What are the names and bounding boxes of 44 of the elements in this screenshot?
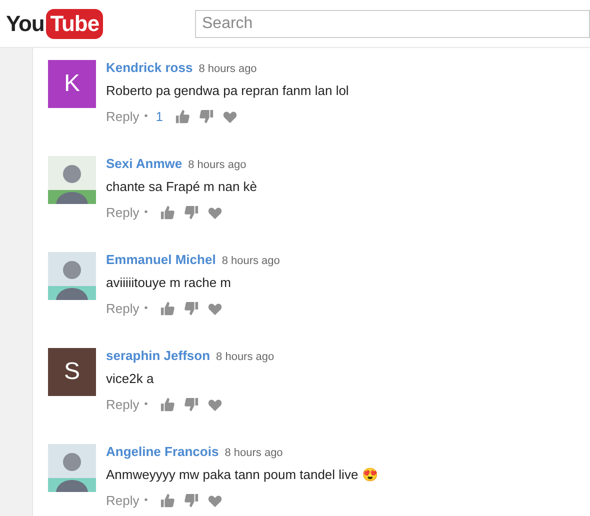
comment-text: chante sa Frapé m nan kè bbox=[106, 179, 258, 195]
heart-icon[interactable] bbox=[208, 302, 222, 316]
thumbs-down-icon[interactable] bbox=[184, 301, 199, 316]
comment-time[interactable]: 8 hours ago bbox=[224, 445, 283, 461]
comment-text: aviiiiitouye m rache m bbox=[106, 275, 232, 291]
avatar[interactable]: K bbox=[48, 60, 96, 108]
avatar[interactable]: S bbox=[48, 348, 96, 396]
author-name[interactable]: Kendrick ross bbox=[106, 60, 193, 76]
reply-button[interactable]: Reply bbox=[106, 203, 140, 222]
heart-icon[interactable] bbox=[208, 206, 222, 220]
heart-icon[interactable] bbox=[208, 494, 222, 508]
separator: • bbox=[144, 494, 148, 508]
comment-text: Anmweyyyy mw paka tann poum tandel live 😍 bbox=[106, 467, 378, 483]
comment-time[interactable]: 8 hours ago bbox=[198, 61, 257, 77]
comment-time[interactable]: 8 hours ago bbox=[222, 253, 280, 269]
thumbs-down-icon[interactable] bbox=[199, 109, 214, 124]
thumbs-up-icon[interactable] bbox=[160, 397, 175, 412]
author-name[interactable]: Angeline Francois bbox=[106, 444, 219, 460]
thumbs-down-icon[interactable] bbox=[184, 205, 199, 220]
reply-button[interactable]: Reply bbox=[106, 395, 140, 414]
separator: • bbox=[144, 302, 148, 316]
comment-text: Roberto pa gendwa pa repran fanm lan lol bbox=[106, 83, 349, 99]
separator: • bbox=[144, 110, 148, 124]
separator: • bbox=[144, 206, 148, 220]
author-name[interactable]: Emmanuel Michel bbox=[106, 252, 216, 268]
thumbs-up-icon[interactable] bbox=[175, 109, 190, 124]
author-name[interactable]: seraphin Jeffson bbox=[106, 348, 210, 364]
comment-time[interactable]: 8 hours ago bbox=[216, 349, 274, 365]
thumbs-up-icon[interactable] bbox=[160, 205, 175, 220]
like-count: 1 bbox=[156, 108, 163, 126]
search-field[interactable]: Search bbox=[195, 10, 590, 38]
comment-time[interactable]: 8 hours ago bbox=[188, 157, 246, 173]
author-name[interactable]: Sexi Anmwe bbox=[106, 156, 182, 172]
comment-text: vice2k a bbox=[106, 371, 155, 387]
thumbs-down-icon[interactable] bbox=[184, 397, 199, 412]
reply-button[interactable]: Reply bbox=[106, 107, 140, 126]
thumbs-up-icon[interactable] bbox=[160, 301, 175, 316]
heart-icon[interactable] bbox=[208, 398, 222, 412]
heart-icon[interactable] bbox=[223, 110, 237, 124]
thumbs-up-icon[interactable] bbox=[160, 493, 175, 508]
reply-button[interactable]: Reply bbox=[106, 491, 140, 510]
thumbs-down-icon[interactable] bbox=[184, 493, 199, 508]
reply-button[interactable]: Reply bbox=[106, 299, 140, 318]
separator: • bbox=[144, 398, 148, 412]
